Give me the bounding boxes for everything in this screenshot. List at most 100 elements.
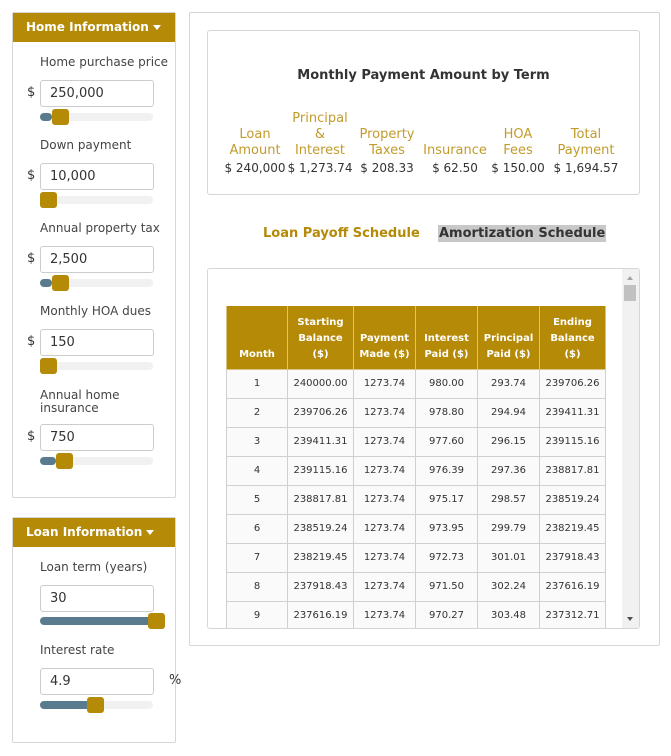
table-cell: 237616.19 — [287, 600, 354, 628]
table-cell: 980.00 — [415, 368, 478, 399]
amount-slider[interactable] — [40, 275, 153, 291]
table-cell: 294.94 — [477, 397, 540, 428]
table-cell: 1273.74 — [353, 368, 416, 399]
currency-prefix: $ — [27, 429, 36, 444]
slider-thumb[interactable] — [40, 192, 57, 208]
amount-input[interactable] — [40, 246, 154, 273]
table-cell: 296.15 — [477, 426, 540, 457]
field-label: Interest rate — [40, 643, 115, 657]
monthly-payment-summary: Monthly Payment Amount by Term Loan Amou… — [207, 30, 640, 195]
column-header: Month — [226, 306, 288, 370]
table-row: 1 240000.00 1273.74 980.00 293.74 239706.26 — [226, 368, 606, 399]
table-cell: 978.80 — [415, 397, 478, 428]
loan-slider[interactable] — [40, 613, 165, 629]
table-cell: 5 — [226, 484, 288, 515]
amount-input[interactable] — [40, 329, 154, 356]
slider-fill — [40, 617, 160, 625]
slider-thumb[interactable] — [55, 453, 73, 469]
loan-information-header[interactable]: Loan Information — [13, 518, 175, 547]
summary-value: $ 240,000 — [224, 161, 286, 175]
table-row: 8 237918.43 1273.74 971.50 302.24 237616.19 — [226, 571, 606, 602]
table-row: 4 239115.16 1273.74 976.39 297.36 238817.81 — [226, 455, 606, 486]
table-cell: 239115.16 — [287, 455, 354, 486]
table-cell: 239706.26 — [287, 397, 354, 428]
table-cell: 1273.74 — [353, 600, 416, 628]
slider-fill — [40, 279, 53, 287]
scroll-down-arrow-icon[interactable] — [627, 617, 633, 621]
slider-thumb[interactable] — [40, 358, 57, 374]
table-cell: 4 — [226, 455, 288, 486]
slider-thumb[interactable] — [52, 109, 70, 125]
summary-label: Property Taxes — [359, 127, 415, 158]
table-cell: 3 — [226, 426, 288, 457]
summary-label: Total Payment — [557, 127, 615, 158]
slider-thumb[interactable] — [87, 697, 105, 713]
slider-thumb[interactable] — [52, 275, 70, 291]
table-header-row: Month Starting Balance ($) Payment Made ($… — [226, 306, 606, 370]
loan-input[interactable] — [40, 585, 154, 612]
summary-column: Principal & Interest $ 1,273.74 — [288, 107, 353, 176]
amount-input[interactable] — [40, 80, 154, 107]
field-label: Down payment — [40, 138, 132, 152]
summary-columns: Loan Amount $ 240,000 Principal & Interes… — [224, 107, 628, 176]
table-cell: 9 — [226, 600, 288, 628]
table-cell: 302.24 — [477, 571, 540, 602]
table-cell: 239115.16 — [539, 426, 606, 457]
field-label: Home purchase price — [40, 55, 169, 69]
summary-column: Loan Amount $ 240,000 — [224, 107, 286, 176]
table-cell: 1273.74 — [353, 426, 416, 457]
scrollbar-thumb[interactable] — [624, 285, 636, 301]
loan-slider[interactable] — [40, 697, 153, 713]
table-cell: 238519.24 — [539, 484, 606, 515]
table-cell: 239411.31 — [539, 397, 606, 428]
amount-slider[interactable] — [40, 453, 153, 469]
table-cell: 298.57 — [477, 484, 540, 515]
amortization-table: Month Starting Balance ($) Payment Made ($… — [226, 306, 606, 628]
table-cell: 238219.45 — [287, 542, 354, 573]
table-cell: 237616.19 — [539, 571, 606, 602]
currency-prefix: $ — [27, 334, 36, 349]
table-cell: 237918.43 — [539, 542, 606, 573]
percent-suffix: % — [169, 673, 182, 688]
amount-input[interactable] — [40, 424, 154, 451]
summary-column: Property Taxes $ 208.33 — [356, 107, 418, 176]
vertical-scrollbar[interactable] — [622, 269, 639, 628]
amortization-table-container: Month Starting Balance ($) Payment Made ($… — [207, 268, 640, 629]
table-cell: 970.27 — [415, 600, 478, 628]
slider-fill — [40, 113, 53, 121]
loan-information-title: Loan Information — [26, 525, 143, 539]
table-cell: 239411.31 — [287, 426, 354, 457]
table-cell: 238219.45 — [539, 513, 606, 544]
table-cell: 238817.81 — [539, 455, 606, 486]
amount-input[interactable] — [40, 163, 154, 190]
home-information-header[interactable]: Home Information — [13, 13, 175, 42]
summary-label: HOA Fees — [503, 127, 533, 158]
column-header: Payment Made ($) — [353, 306, 416, 370]
tab-amortization-schedule[interactable]: Amortization Schedule — [438, 225, 607, 242]
amount-slider[interactable] — [40, 109, 153, 125]
amount-slider[interactable] — [40, 192, 153, 208]
table-cell: 975.17 — [415, 484, 478, 515]
table-row: 6 238519.24 1273.74 973.95 299.79 238219.45 — [226, 513, 606, 544]
field-label: Loan term (years) — [40, 560, 148, 574]
table-cell: 237312.71 — [539, 600, 606, 628]
home-information-panel: Home Information Home purchase price $ D… — [12, 12, 176, 498]
scroll-up-arrow-icon[interactable] — [627, 276, 633, 280]
slider-thumb[interactable] — [148, 613, 165, 629]
table-cell: 976.39 — [415, 455, 478, 486]
summary-title: Monthly Payment Amount by Term — [297, 68, 550, 83]
table-cell: 238519.24 — [287, 513, 354, 544]
table-cell: 303.48 — [477, 600, 540, 628]
loan-information-panel: Loan Information Loan term (years) Inter… — [12, 517, 181, 743]
table-row: 2 239706.26 1273.74 978.80 294.94 239411.31 — [226, 397, 606, 428]
table-cell: 973.95 — [415, 513, 478, 544]
tab-loan-payoff-schedule[interactable]: Loan Payoff Schedule — [263, 225, 420, 242]
amount-slider[interactable] — [40, 358, 153, 374]
table-cell: 299.79 — [477, 513, 540, 544]
summary-value: $ 1,694.57 — [553, 161, 619, 175]
column-header: Interest Paid ($) — [415, 306, 478, 370]
summary-value: $ 208.33 — [360, 161, 414, 175]
table-cell: 1 — [226, 368, 288, 399]
field-label: Monthly HOA dues — [40, 304, 151, 318]
loan-input[interactable] — [40, 668, 154, 695]
